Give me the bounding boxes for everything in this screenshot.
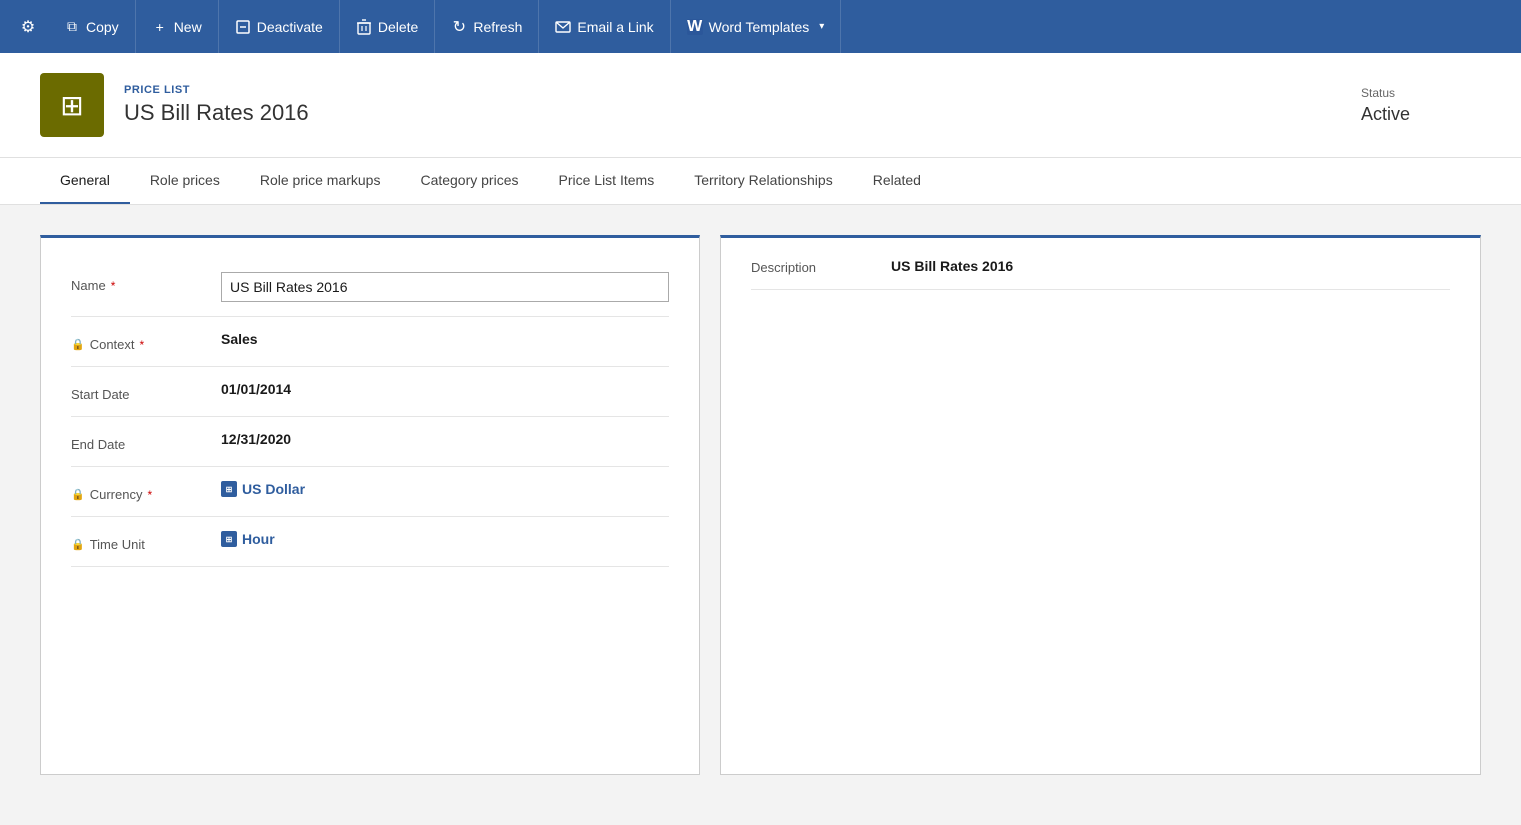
email-button[interactable]: Email a Link (539, 0, 670, 53)
delete-label: Delete (378, 19, 418, 35)
deactivate-label: Deactivate (257, 19, 323, 35)
start-date-label: Start Date (71, 381, 211, 402)
tab-price-list-items[interactable]: Price List Items (539, 158, 675, 204)
description-card: Description US Bill Rates 2016 (720, 235, 1481, 775)
start-date-row: Start Date 01/01/2014 (71, 367, 669, 417)
end-date-label: End Date (71, 431, 211, 452)
context-row: 🔒 Context * Sales (71, 317, 669, 367)
record-title-area: PRICE LIST US Bill Rates 2016 (124, 84, 309, 126)
new-icon: + (152, 19, 168, 35)
word-templates-label: Word Templates (709, 19, 810, 35)
time-unit-value[interactable]: ⊞ Hour (221, 531, 275, 547)
description-value: US Bill Rates 2016 (891, 258, 1450, 274)
word-dropdown-icon: ▾ (819, 21, 824, 32)
context-lock-icon: 🔒 (71, 338, 85, 351)
copy-icon: ⧉ (64, 19, 80, 35)
time-unit-label: 🔒 Time Unit (71, 531, 211, 552)
context-value: Sales (221, 331, 669, 347)
deactivate-button[interactable]: Deactivate (219, 0, 340, 53)
currency-required-star: * (147, 488, 152, 502)
deactivate-icon (235, 19, 251, 35)
name-required-star: * (111, 279, 116, 293)
end-date-value: 12/31/2020 (221, 431, 669, 447)
currency-row: 🔒 Currency * ⊞ US Dollar (71, 467, 669, 517)
tabs-bar: General Role prices Role price markups C… (0, 158, 1521, 205)
settings-button[interactable]: ⚙ (8, 0, 48, 53)
email-label: Email a Link (577, 19, 653, 35)
new-button[interactable]: + New (136, 0, 219, 53)
copy-label: Copy (86, 19, 119, 35)
avatar-icon: ⊞ (60, 89, 83, 122)
time-unit-lock-icon: 🔒 (71, 538, 85, 551)
context-required-star: * (140, 338, 145, 352)
record-status-area: Status Active (1361, 86, 1481, 125)
tab-general[interactable]: General (40, 158, 130, 204)
record-header-left: ⊞ PRICE LIST US Bill Rates 2016 (40, 73, 309, 137)
record-name: US Bill Rates 2016 (124, 100, 309, 126)
currency-lock-icon: 🔒 (71, 488, 85, 501)
record-header: ⊞ PRICE LIST US Bill Rates 2016 Status A… (0, 53, 1521, 158)
description-label: Description (751, 258, 871, 275)
context-label: 🔒 Context * (71, 331, 211, 352)
start-date-value: 01/01/2014 (221, 381, 669, 397)
tab-role-prices[interactable]: Role prices (130, 158, 240, 204)
word-templates-button[interactable]: W Word Templates ▾ (671, 0, 842, 53)
currency-link-icon: ⊞ (221, 481, 237, 497)
avatar: ⊞ (40, 73, 104, 137)
time-unit-row: 🔒 Time Unit ⊞ Hour (71, 517, 669, 567)
name-input[interactable] (221, 272, 669, 302)
settings-icon: ⚙ (21, 17, 35, 37)
name-label: Name * (71, 272, 211, 293)
refresh-button[interactable]: ↻ Refresh (435, 0, 539, 53)
currency-value[interactable]: ⊞ US Dollar (221, 481, 305, 497)
word-icon: W (687, 19, 703, 35)
time-unit-link-icon: ⊞ (221, 531, 237, 547)
description-row: Description US Bill Rates 2016 (751, 258, 1450, 290)
copy-button[interactable]: ⧉ Copy (48, 0, 136, 53)
end-date-row: End Date 12/31/2020 (71, 417, 669, 467)
currency-label: 🔒 Currency * (71, 481, 211, 502)
delete-button[interactable]: Delete (340, 0, 435, 53)
refresh-label: Refresh (473, 19, 522, 35)
email-icon (555, 19, 571, 35)
name-row: Name * (71, 258, 669, 317)
tab-category-prices[interactable]: Category prices (400, 158, 538, 204)
new-label: New (174, 19, 202, 35)
main-content: Name * 🔒 Context * Sales Start Date 01/0… (0, 205, 1521, 805)
status-label: Status (1361, 86, 1481, 100)
record-type: PRICE LIST (124, 84, 309, 96)
delete-icon (356, 19, 372, 35)
tab-territory-relationships[interactable]: Territory Relationships (674, 158, 853, 204)
status-value: Active (1361, 104, 1481, 125)
tab-related[interactable]: Related (853, 158, 941, 204)
form-card: Name * 🔒 Context * Sales Start Date 01/0… (40, 235, 700, 775)
toolbar: ⚙ ⧉ Copy + New Deactivate Delete (0, 0, 1521, 53)
refresh-icon: ↻ (451, 19, 467, 35)
tab-role-price-markups[interactable]: Role price markups (240, 158, 401, 204)
